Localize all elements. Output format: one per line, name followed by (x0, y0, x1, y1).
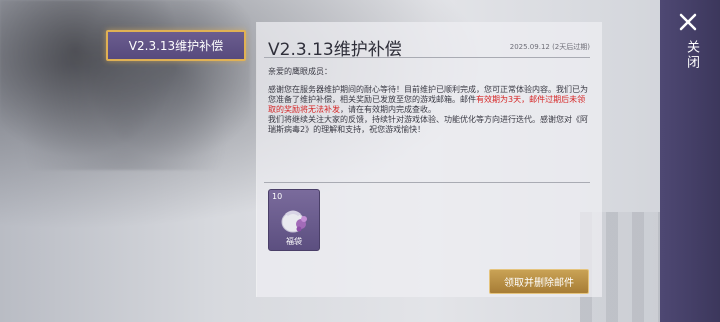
close-label: 关闭 (684, 40, 699, 70)
tab-mail-v2313[interactable]: V2.3.13维护补偿 (106, 30, 246, 61)
background-characters (0, 0, 250, 170)
close-sidebar[interactable]: 关闭 (660, 0, 720, 322)
mail-body: 感谢您在服务器维护期间的耐心等待！目前维护已顺利完成，您可正常体验内容。我们已为… (268, 85, 593, 135)
claim-and-delete-button[interactable]: 领取并删除邮件 (489, 269, 589, 294)
attachment-item[interactable]: 10 福袋 (268, 189, 320, 251)
divider (264, 57, 590, 58)
close-icon[interactable] (678, 12, 698, 32)
mail-body-text: ，请在有效期内完成查收。 (340, 105, 436, 114)
item-name: 福袋 (286, 237, 302, 246)
mail-date: 2025.09.12 (2天后过期) (509, 43, 590, 51)
mail-body-text: 我们将继续关注大家的反馈，持续针对游戏体验、功能优化等方向进行迭代。感谢您对《阿… (268, 115, 588, 134)
gift-bag-icon (281, 210, 307, 233)
divider (264, 182, 590, 183)
item-count: 10 (272, 192, 283, 201)
mail-panel (257, 22, 602, 297)
mail-greeting: 亲爱的鹰眼成员： (268, 67, 332, 76)
